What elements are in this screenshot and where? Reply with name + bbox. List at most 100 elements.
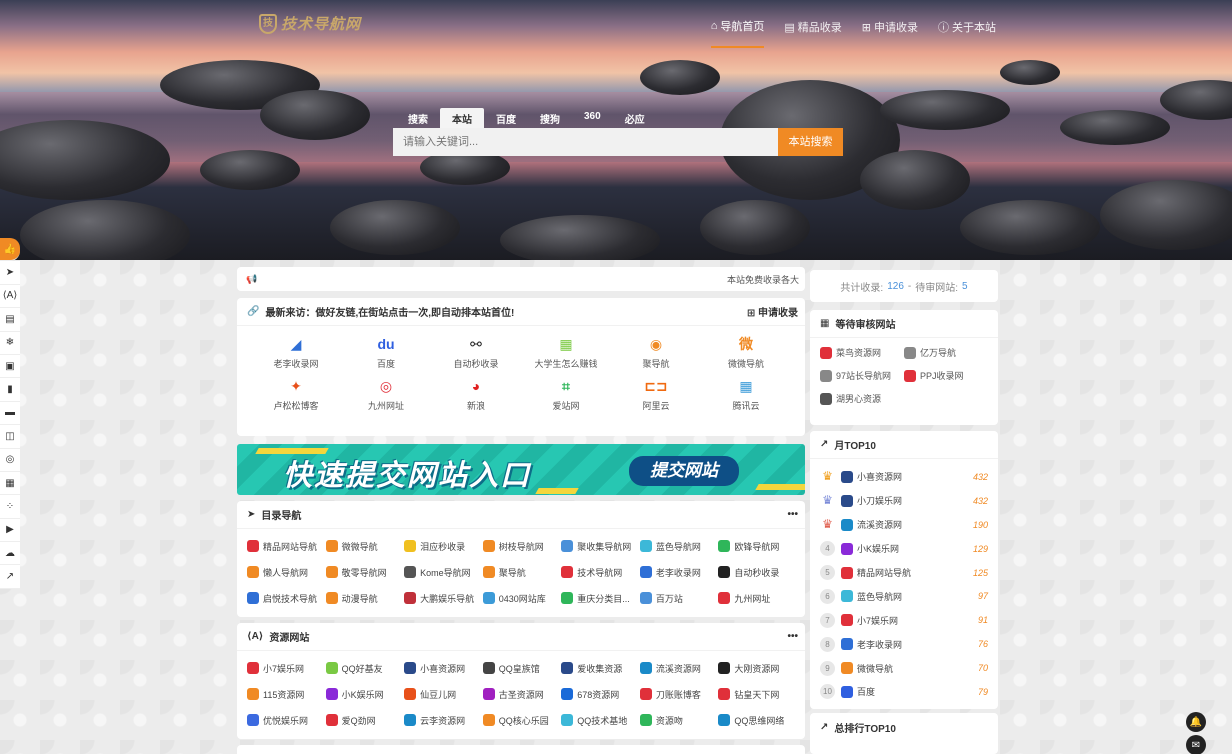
rank-row[interactable]: ♛ 小刀娱乐网 432 <box>820 489 988 513</box>
rank-row[interactable]: 10 百度 79 <box>820 680 988 704</box>
link-item[interactable]: QQ好基友 <box>325 657 405 679</box>
visit-item[interactable]: 微微微导航 <box>701 334 791 370</box>
nav-item-0[interactable]: ⌂ 导航首页 <box>710 18 765 48</box>
sidebar-item-11[interactable]: ⁘ <box>0 495 20 519</box>
link-item[interactable]: 百万站 <box>639 587 719 609</box>
link-item[interactable]: 资源吻 <box>639 709 719 731</box>
link-item[interactable]: QQ技术基地 <box>561 709 640 731</box>
link-item[interactable]: 欧锋导航网 <box>718 535 797 557</box>
link-item[interactable]: 爱Q劲网 <box>325 709 405 731</box>
visit-item[interactable]: ⌗ 爱站网 <box>521 376 611 412</box>
link-item[interactable]: 钻皇天下网 <box>718 683 797 705</box>
sidebar-item-6[interactable]: ▮ <box>0 378 20 402</box>
sidebar-item-10[interactable]: ▦ <box>0 471 20 496</box>
link-item[interactable]: 大刚资源网 <box>718 657 797 679</box>
sidebar-item-0[interactable]: 👍 <box>0 238 20 262</box>
pending-item[interactable]: 亿万导航 <box>904 346 988 359</box>
sidebar-item-2[interactable]: ⟨A⟩ <box>0 284 20 309</box>
link-item[interactable]: 重庆分类目... <box>561 587 640 609</box>
nav-item-2[interactable]: ⊞ 申请收录 <box>862 18 918 48</box>
link-item[interactable]: 刀账账博客 <box>639 683 719 705</box>
link-item[interactable]: 古圣资源网 <box>482 683 562 705</box>
link-item[interactable]: 微微导航 <box>325 535 405 557</box>
rank-row[interactable]: 7 小7娱乐网 91 <box>820 608 988 632</box>
link-item[interactable]: 聚导航 <box>482 561 562 583</box>
sidebar-item-7[interactable]: ▬ <box>0 401 20 426</box>
sidebar-item-9[interactable]: ◎ <box>0 448 20 472</box>
sidebar-item-1[interactable]: ➤ <box>0 261 20 285</box>
more-icon[interactable]: ••• <box>787 631 798 642</box>
rank-row[interactable]: 5 精品网站导航 125 <box>820 561 988 585</box>
visit-item[interactable]: ⊏⊐ 阿里云 <box>611 376 701 412</box>
link-item[interactable]: 流溪资源网 <box>639 657 719 679</box>
search-tab-3[interactable]: 搜狗 <box>528 108 572 129</box>
link-item[interactable]: 云李资源网 <box>404 709 483 731</box>
pending-item[interactable]: 97站长导航网 <box>820 369 904 382</box>
sidebar-item-4[interactable]: ❄ <box>0 331 20 355</box>
link-item[interactable]: 老李收录网 <box>639 561 719 583</box>
sidebar-item-12[interactable]: ▶ <box>0 518 20 543</box>
link-item[interactable]: QQ思维网络 <box>718 709 797 731</box>
sidebar-item-8[interactable]: ◫ <box>0 425 20 449</box>
link-item[interactable]: QQ皇族馆 <box>482 657 562 679</box>
site-logo[interactable]: 技 技术导航网 <box>259 13 361 34</box>
rank-row[interactable]: ♛ 流溪资源网 190 <box>820 513 988 537</box>
link-item[interactable]: 大鹏娱乐导航 <box>404 587 483 609</box>
search-button[interactable]: 本站搜索 <box>778 128 843 156</box>
visit-item[interactable]: ✦ 卢松松博客 <box>251 376 341 412</box>
visit-item[interactable]: ◎ 九州网址 <box>341 376 431 412</box>
search-tab-0[interactable]: 搜索 <box>396 108 440 129</box>
link-item[interactable]: 泪应秒收录 <box>404 535 483 557</box>
link-item[interactable]: 懒人导航网 <box>247 561 326 583</box>
search-tab-2[interactable]: 百度 <box>484 108 528 129</box>
link-item[interactable]: Kome导航网 <box>404 561 483 583</box>
link-item[interactable]: 爱收集资源 <box>561 657 640 679</box>
link-item[interactable]: 小喜资源网 <box>404 657 483 679</box>
pending-item[interactable]: 菜鸟资源网 <box>820 346 904 359</box>
link-item[interactable]: 仙豆儿网 <box>404 683 483 705</box>
visit-item[interactable]: ▦ 大学生怎么赚钱 <box>521 334 611 370</box>
sidebar-item-5[interactable]: ▣ <box>0 354 20 379</box>
link-item[interactable]: 678资源网 <box>561 683 640 705</box>
submit-site-button[interactable]: 提交网站 <box>629 456 739 486</box>
link-item[interactable]: 技术导航网 <box>561 561 640 583</box>
link-item[interactable]: 精品网站导航 <box>247 535 326 557</box>
search-input[interactable] <box>393 128 778 156</box>
mail-icon[interactable]: ✉ <box>1186 735 1206 754</box>
visit-item[interactable]: ◉ 聚导航 <box>611 334 701 370</box>
link-item[interactable]: 0430网站库 <box>482 587 562 609</box>
search-tab-5[interactable]: 必应 <box>613 108 657 129</box>
pending-item[interactable]: 湖男心资源 <box>820 392 904 405</box>
sidebar-item-3[interactable]: ▤ <box>0 308 20 332</box>
rank-row[interactable]: 6 蓝色导航网 97 <box>820 584 988 608</box>
link-item[interactable]: 优悦娱乐网 <box>247 709 326 731</box>
search-tab-4[interactable]: 360 <box>572 108 613 129</box>
submit-site-banner[interactable]: 快速提交网站入口 提交网站 <box>237 444 805 495</box>
bell-icon[interactable]: 🔔 <box>1186 712 1206 732</box>
nav-item-1[interactable]: ▤ 精品收录 <box>784 18 841 48</box>
link-item[interactable]: 蓝色导航网 <box>639 535 719 557</box>
sidebar-item-14[interactable]: ↗ <box>0 565 20 589</box>
rank-row[interactable]: 8 老李收录网 76 <box>820 632 988 656</box>
pending-item[interactable]: PPJ收录网 <box>904 369 988 382</box>
visit-item[interactable]: ◢ 老李收录网 <box>251 334 341 370</box>
more-icon[interactable]: ••• <box>787 509 798 520</box>
visit-item[interactable]: du 百度 <box>341 334 431 370</box>
link-item[interactable]: 敬零导航网 <box>325 561 405 583</box>
search-tab-1[interactable]: 本站 <box>440 108 484 129</box>
link-item[interactable]: 启悦技术导航 <box>247 587 326 609</box>
link-item[interactable]: 小K娱乐网 <box>325 683 405 705</box>
visit-item[interactable]: ⚯ 自动秒收录 <box>431 334 521 370</box>
visit-item[interactable]: ◕ 新浪 <box>431 376 521 412</box>
link-item[interactable]: 115资源网 <box>247 683 326 705</box>
link-item[interactable]: 小7娱乐网 <box>247 657 326 679</box>
nav-item-3[interactable]: ⓘ 关于本站 <box>938 18 996 48</box>
link-item[interactable]: 自动秒收录 <box>718 561 797 583</box>
link-item[interactable]: 九州网址 <box>718 587 797 609</box>
rank-row[interactable]: ♛ 小喜资源网 432 <box>820 465 988 489</box>
link-item[interactable]: 树枝导航网 <box>482 535 562 557</box>
rank-row[interactable]: 4 小K娱乐网 129 <box>820 537 988 561</box>
visit-item[interactable]: ▦ 腾讯云 <box>701 376 791 412</box>
link-item[interactable]: 动漫导航 <box>325 587 405 609</box>
link-item[interactable]: QQ核心乐园 <box>482 709 562 731</box>
